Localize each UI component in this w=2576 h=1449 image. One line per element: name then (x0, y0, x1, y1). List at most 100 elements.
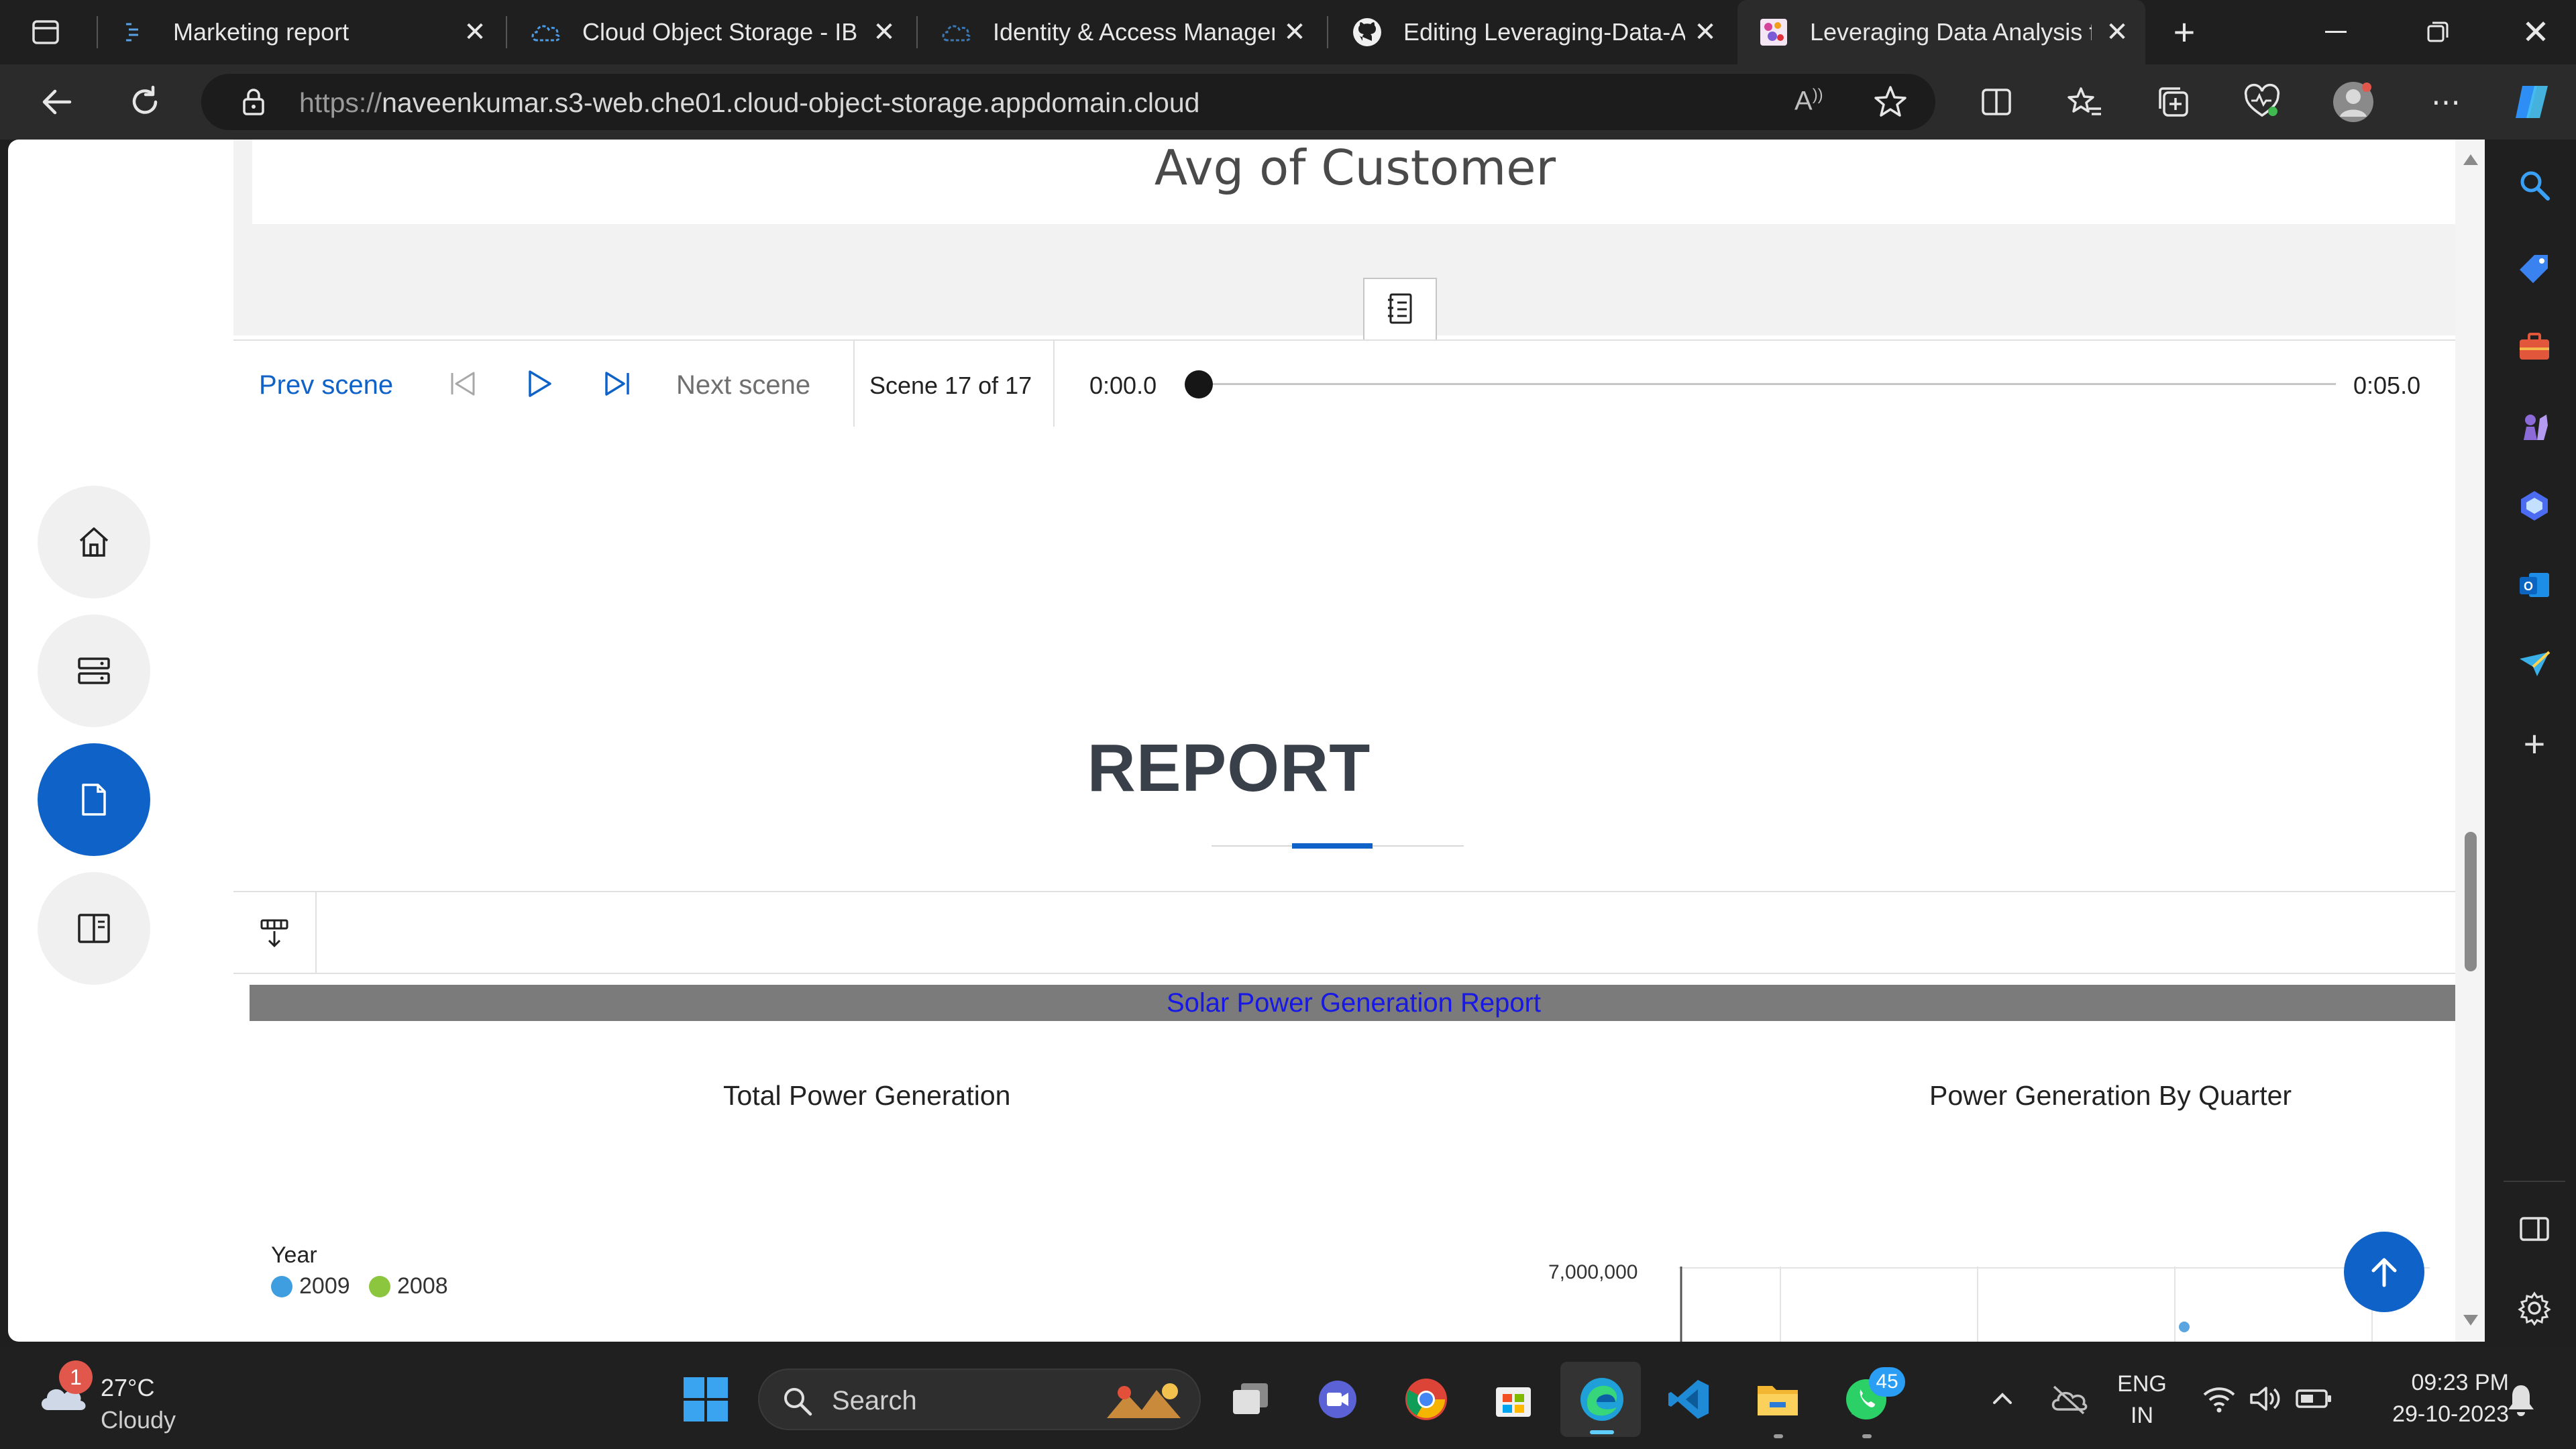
svg-text:O: O (2524, 580, 2533, 593)
new-tab-button[interactable]: + (2164, 12, 2204, 52)
tab-identity-access[interactable]: Identity & Access Management ✕ (920, 0, 1323, 64)
add-sidebar-app-icon[interactable]: + (2512, 720, 2557, 766)
clock-time: 09:23 PM (2411, 1370, 2509, 1395)
read-aloud-icon[interactable]: A)) (1794, 86, 1829, 118)
last-scene-icon[interactable] (601, 368, 633, 400)
chart-title-total-power: Total Power Generation (723, 1080, 1011, 1111)
taskbar-search[interactable]: Search (758, 1368, 1201, 1430)
back-button[interactable] (34, 79, 79, 125)
profile-avatar[interactable] (2330, 79, 2376, 125)
send-plane-icon[interactable] (2512, 641, 2557, 687)
copilot-icon[interactable] (2509, 79, 2555, 125)
page-scrollbar[interactable] (2455, 140, 2485, 1342)
tools-briefcase-icon[interactable] (2512, 325, 2557, 370)
legend-label: 2008 (397, 1273, 448, 1299)
notes-icon (1388, 293, 1412, 324)
tab-title: Identity & Access Management (993, 18, 1275, 46)
search-placeholder: Search (832, 1386, 917, 1415)
legend-title: Year (271, 1242, 317, 1268)
expand-toolbar-icon[interactable] (258, 916, 291, 950)
close-icon[interactable]: ✕ (1279, 16, 1311, 48)
tab-marketing-report[interactable]: Marketing report ✕ (101, 0, 503, 64)
more-options-icon[interactable]: ⋯ (2423, 79, 2469, 125)
timeline-handle[interactable] (1185, 370, 1213, 398)
collections-icon[interactable] (2151, 79, 2196, 125)
edge-sidebar: O + (2493, 140, 2576, 1347)
tab-github-editing[interactable]: Editing Leveraging-Data-Analysis ✕ (1331, 0, 1733, 64)
prev-scene-button[interactable]: Prev scene (259, 370, 393, 400)
tab-title: Editing Leveraging-Data-Analysis (1403, 18, 1685, 46)
vscode-icon[interactable] (1664, 1374, 1715, 1425)
report-heading: REPORT (1087, 731, 1371, 806)
show-hidden-icons-chevron[interactable] (1986, 1382, 2019, 1415)
visual-card: Avg of Customer (252, 140, 2458, 224)
clock-date: 29-10-2023 (2392, 1401, 2509, 1427)
search-icon[interactable] (2512, 162, 2557, 208)
legend-item-2009[interactable]: 2009 (271, 1273, 350, 1299)
start-button[interactable] (682, 1375, 730, 1424)
tab-cloud-object-storage[interactable]: Cloud Object Storage - IBM ✕ (510, 0, 912, 64)
favorites-icon[interactable] (2062, 79, 2108, 125)
games-chess-icon[interactable] (2512, 404, 2557, 449)
nav-home-button[interactable] (38, 486, 150, 598)
weather-condition: Cloudy (101, 1406, 176, 1434)
scroll-up-arrow[interactable] (2463, 154, 2478, 165)
data-point (2179, 1322, 2190, 1332)
input-language[interactable]: ENG IN (2112, 1371, 2172, 1429)
clock[interactable]: 09:23 PM 29-10-2023 (2348, 1370, 2509, 1428)
favorite-star-icon[interactable] (1872, 83, 1909, 121)
outlook-icon[interactable]: O (2512, 562, 2557, 608)
shopping-tag-icon[interactable] (2512, 247, 2557, 292)
windows-taskbar: 1 27°C Cloudy Search 45 ENG IN 09:23 PM … (0, 1347, 2576, 1449)
copilot-app-icon[interactable] (2512, 483, 2557, 529)
server-icon (78, 657, 110, 684)
ibm-cloud-icon (941, 16, 973, 48)
scroll-thumb[interactable] (2465, 832, 2477, 971)
notifications-bell-icon[interactable] (2502, 1381, 2540, 1418)
notes-button[interactable] (1363, 278, 1437, 341)
task-view-icon[interactable] (1225, 1374, 1276, 1425)
home-icon (79, 527, 109, 557)
battery-icon[interactable] (2294, 1382, 2334, 1415)
restore-button[interactable] (2426, 20, 2450, 44)
microsoft-store-icon[interactable] (1488, 1374, 1539, 1425)
meet-now-icon[interactable] (1312, 1374, 1363, 1425)
github-icon (1351, 16, 1383, 48)
url-host: naveenkumar.s3-web.che01.cloud-object-st… (382, 87, 1200, 118)
close-icon[interactable]: ✕ (2101, 16, 2133, 48)
play-icon[interactable] (523, 368, 555, 400)
address-bar[interactable]: https://naveenkumar.s3-web.che01.cloud-o… (201, 74, 1935, 130)
wifi-icon[interactable] (2200, 1382, 2238, 1415)
tab-leveraging-data-analysis[interactable]: Leveraging Data Analysis for ✕ (1737, 0, 2145, 64)
minimize-button[interactable] (2325, 31, 2347, 33)
timeline-track[interactable] (1199, 383, 2336, 385)
tab-actions-icon[interactable] (30, 16, 62, 48)
nav-dashboard-button[interactable] (38, 614, 150, 727)
close-icon[interactable]: ✕ (868, 16, 900, 48)
legend-item-2008[interactable]: 2008 (369, 1273, 448, 1299)
reload-button[interactable] (122, 79, 168, 125)
split-screen-icon[interactable] (1974, 79, 2019, 125)
onedrive-offline-icon[interactable] (2047, 1379, 2090, 1419)
nav-story-button[interactable] (38, 872, 150, 985)
scroll-to-top-button[interactable] (2344, 1232, 2424, 1312)
scroll-down-arrow[interactable] (2463, 1315, 2478, 1326)
hide-sidebar-icon[interactable] (2512, 1206, 2557, 1252)
edge-browser-icon[interactable] (1575, 1373, 1629, 1426)
legend-swatch (271, 1275, 292, 1297)
file-explorer-icon[interactable] (1752, 1374, 1803, 1425)
chrome-icon[interactable] (1401, 1374, 1452, 1425)
lock-icon[interactable] (237, 86, 270, 118)
first-scene-icon[interactable] (447, 368, 479, 400)
settings-gear-icon[interactable] (2512, 1285, 2557, 1331)
next-scene-button[interactable]: Next scene (676, 370, 810, 400)
close-icon[interactable]: ✕ (459, 16, 491, 48)
close-icon[interactable]: ✕ (1689, 16, 1721, 48)
browser-essentials-icon[interactable] (2239, 79, 2285, 125)
volume-icon[interactable] (2247, 1382, 2285, 1415)
heading-accent-bar (1292, 843, 1373, 849)
weather-alert-badge: 1 (59, 1360, 93, 1394)
window-close-button[interactable]: ✕ (2516, 12, 2556, 52)
search-highlight-icon (1107, 1383, 1181, 1418)
report-toolbar (233, 891, 2458, 974)
